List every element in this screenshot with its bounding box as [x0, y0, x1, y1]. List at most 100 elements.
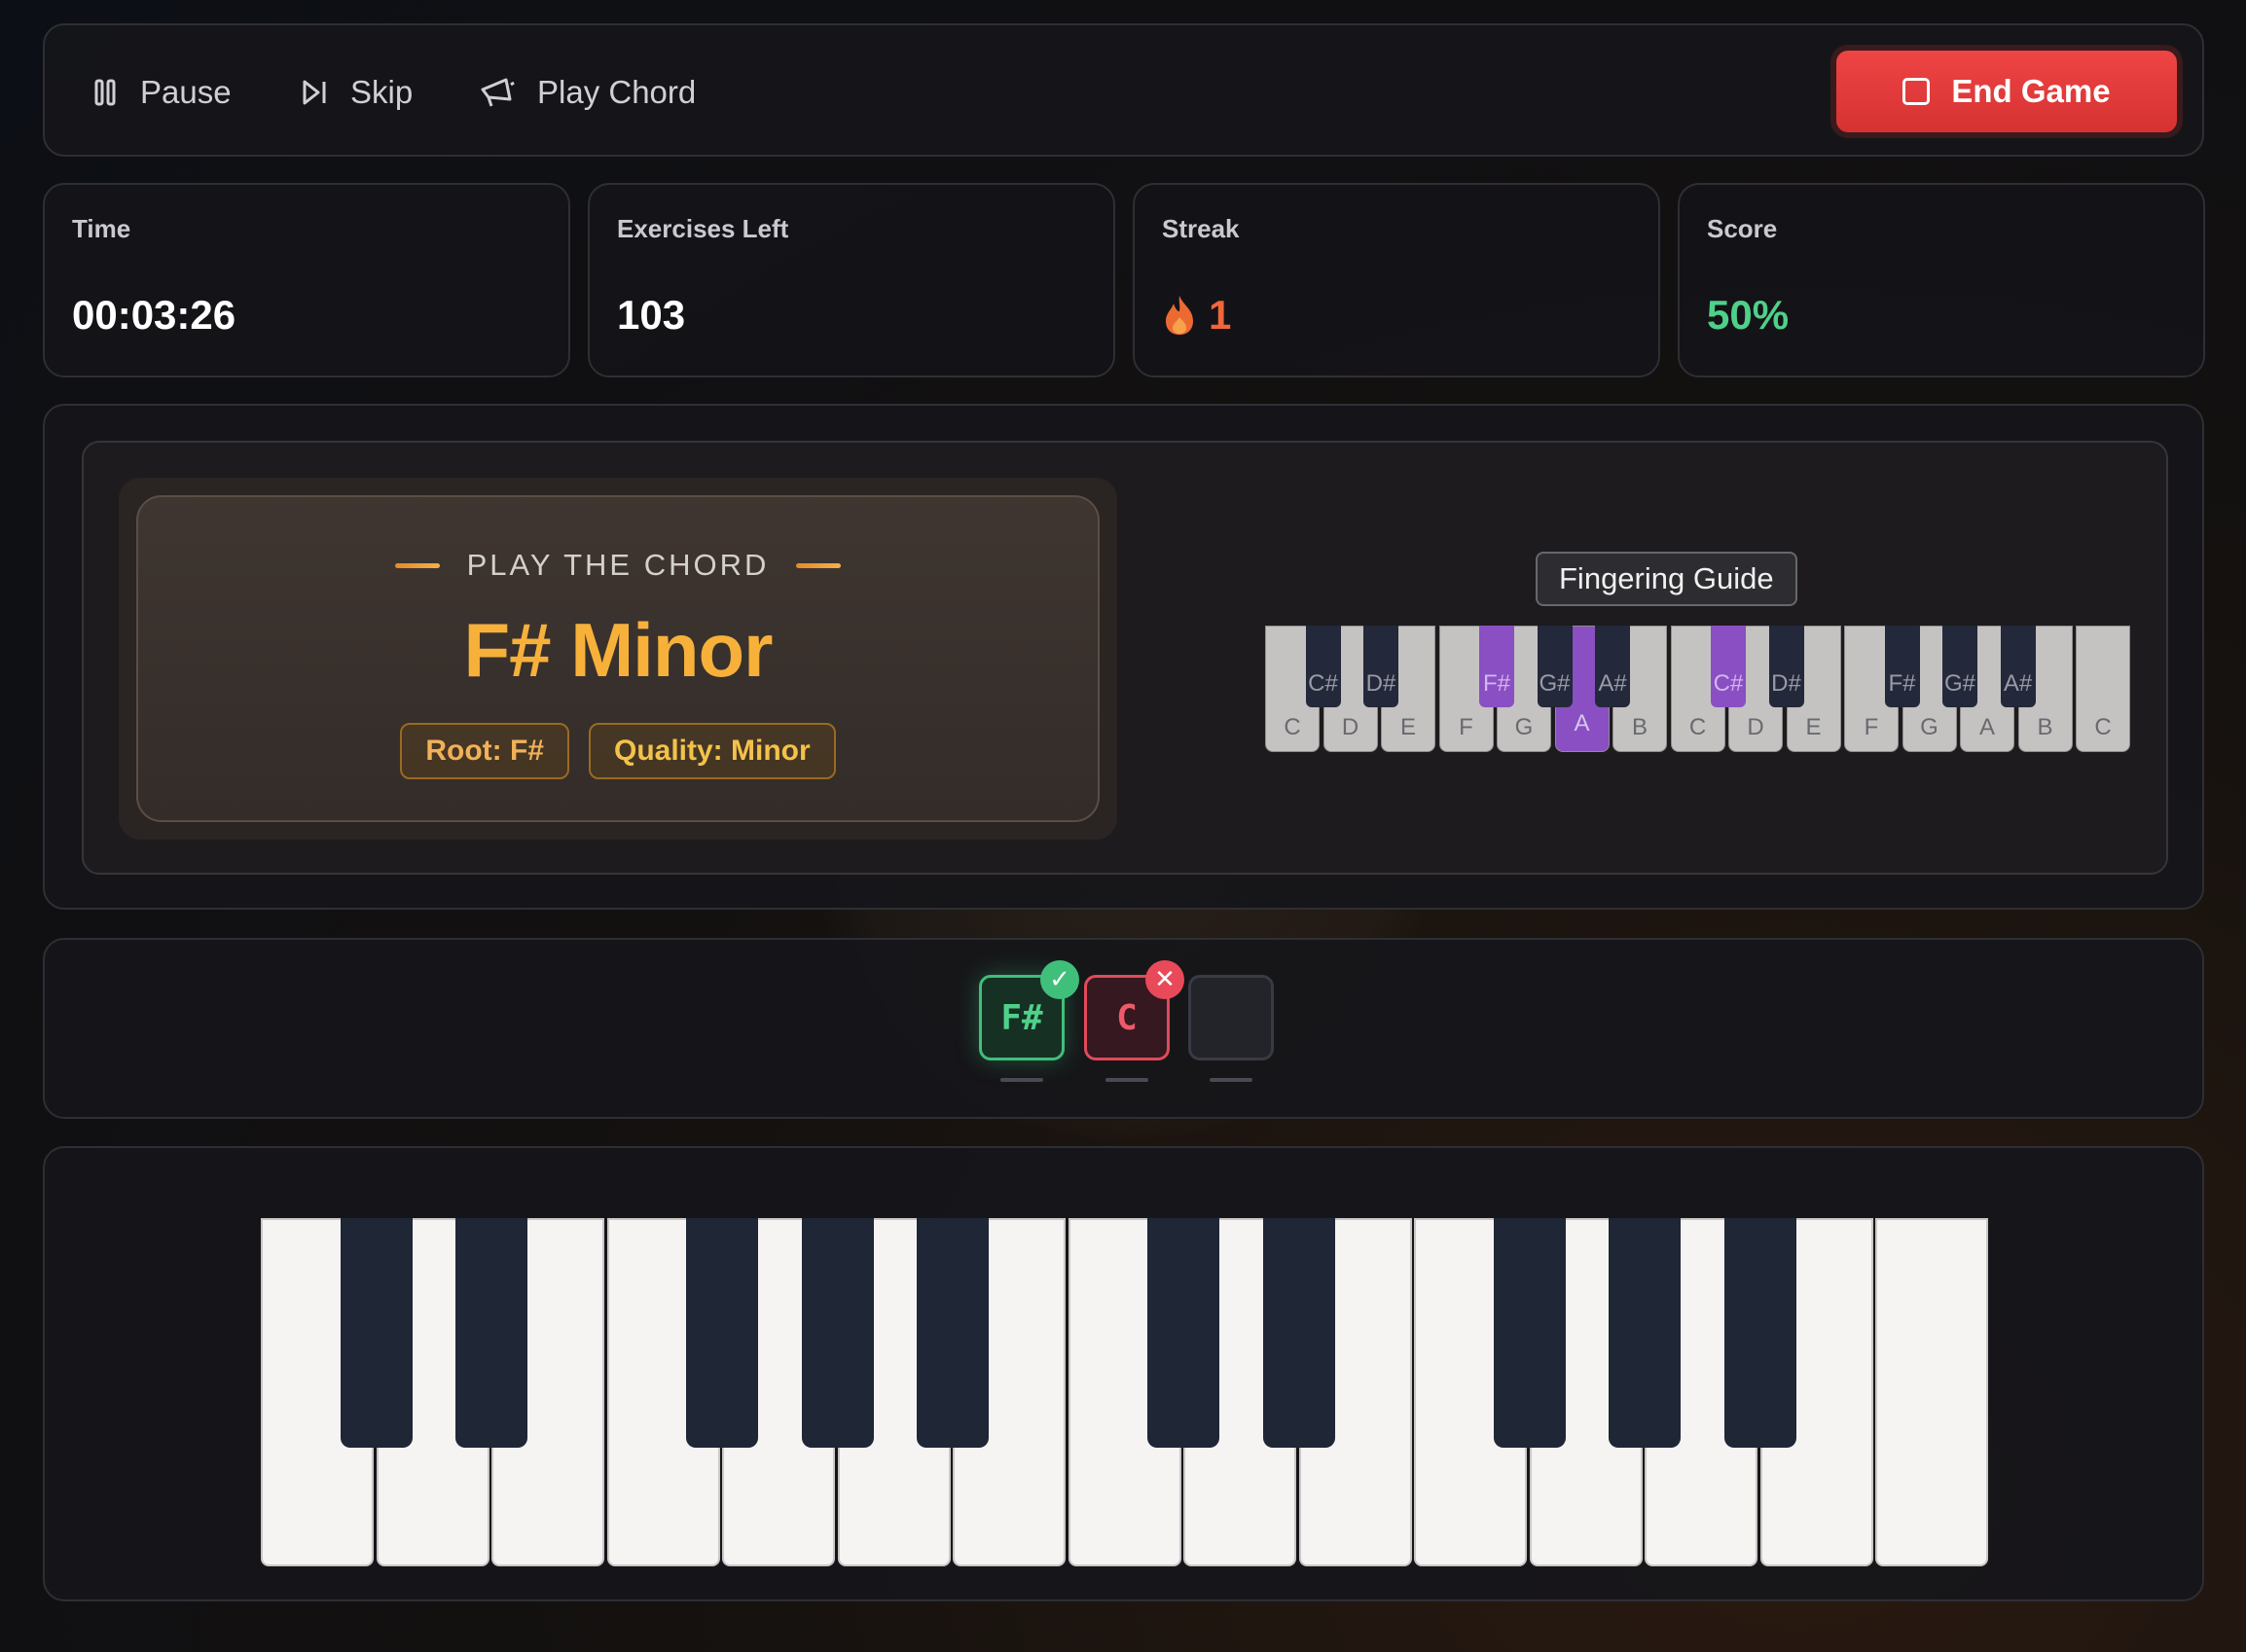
- stat-score-value: 50%: [1707, 292, 1790, 338]
- check-icon: ✓: [1040, 960, 1079, 999]
- quality-tag: Quality: Minor: [588, 723, 836, 779]
- skip-forward-icon: [303, 80, 326, 104]
- guide-key-label: F#: [1482, 670, 1510, 697]
- guide-key-label: A: [1978, 714, 1995, 740]
- guide-key-label: D#: [1365, 670, 1396, 697]
- stop-icon: [1902, 78, 1931, 105]
- stat-streak-label: Streak: [1162, 214, 1240, 243]
- guide-key-label: G: [1920, 714, 1938, 740]
- guide-white-key: C: [2076, 626, 2130, 752]
- guide-key-label: A: [1574, 710, 1590, 736]
- guide-key-label: G#: [1943, 670, 1975, 697]
- stat-score: Score 50%: [1678, 183, 2205, 377]
- guide-key-label: D: [1747, 714, 1764, 740]
- guide-key-label: D#: [1771, 670, 1801, 697]
- guide-black-key: G#: [1537, 626, 1573, 707]
- answer-slot-empty: [1188, 975, 1274, 1060]
- guide-key-label: C: [1284, 714, 1301, 740]
- guide-key-label: C#: [1713, 670, 1744, 697]
- guide-key-label: C: [1688, 714, 1707, 740]
- guide-key-label: E: [1805, 714, 1822, 740]
- guide-key-label: F: [1459, 714, 1473, 740]
- piano-black-key[interactable]: [1723, 1218, 1796, 1448]
- piano-black-key[interactable]: [801, 1218, 874, 1448]
- prompt-dash-right: [796, 562, 842, 568]
- slot-underline: [1210, 1078, 1252, 1082]
- guide-key-label: D: [1341, 714, 1359, 740]
- piano-black-key[interactable]: [1147, 1218, 1219, 1448]
- piano-keyboard: [261, 1218, 1991, 1566]
- answer-slot-wrong: C ✕: [1084, 960, 1184, 1060]
- play-chord-button[interactable]: Play Chord: [479, 25, 696, 159]
- guide-key-label: E: [1399, 714, 1416, 740]
- guide-black-key: C#: [1711, 626, 1746, 707]
- piano-black-key[interactable]: [455, 1218, 527, 1448]
- guide-key-label: A#: [2003, 670, 2033, 697]
- guide-key-label: G: [1514, 714, 1534, 740]
- piano-white-key[interactable]: [1875, 1218, 1988, 1566]
- answer-slot-correct: F# ✓: [979, 960, 1079, 1060]
- guide-black-key: C#: [1305, 626, 1341, 707]
- slot-underline: [1000, 1078, 1043, 1082]
- fingering-guide-label: Fingering Guide: [1536, 552, 1797, 606]
- root-tag: Root: F#: [400, 723, 569, 779]
- game-toolbar: Pause Skip Play Chord End Game: [43, 23, 2204, 157]
- stat-streak-row: 1: [1162, 292, 1231, 339]
- end-game-button[interactable]: End Game: [1836, 51, 2177, 132]
- stat-exercises-value: 103: [617, 292, 686, 338]
- chord-name: F# Minor: [463, 607, 774, 693]
- answer-note: C: [1116, 997, 1138, 1038]
- megaphone-icon: [481, 78, 515, 106]
- piano-black-key[interactable]: [340, 1218, 413, 1448]
- end-game-label: End Game: [1951, 73, 2111, 109]
- prompt-row: PLAY THE CHORD: [138, 548, 1098, 583]
- stat-time-value: 00:03:26: [72, 292, 236, 338]
- chord-card-frame: PLAY THE CHORD F# Minor Root: F# Quality…: [119, 478, 1117, 840]
- stat-exercises-left: Exercises Left 103: [588, 183, 1115, 377]
- guide-black-key: A#: [1595, 626, 1630, 707]
- guide-black-key: A#: [2000, 626, 2036, 707]
- answer-note: F#: [1000, 997, 1043, 1038]
- guide-black-key: D#: [1363, 626, 1398, 707]
- skip-label: Skip: [350, 73, 414, 110]
- stat-exercises-label: Exercises Left: [617, 214, 789, 243]
- guide-key-label: F#: [1888, 670, 1916, 697]
- stat-time-label: Time: [72, 214, 131, 243]
- guide-key-label: C#: [1308, 670, 1338, 697]
- prompt-text: PLAY THE CHORD: [466, 548, 770, 582]
- stat-score-label: Score: [1707, 214, 1778, 243]
- slot-underline: [1105, 1078, 1148, 1082]
- x-icon: ✕: [1145, 960, 1184, 999]
- piano-black-key[interactable]: [686, 1218, 758, 1448]
- guide-black-key: G#: [1942, 626, 1977, 707]
- skip-button[interactable]: Skip: [300, 25, 413, 159]
- answer-panel: F# ✓ C ✕: [43, 938, 2204, 1119]
- stat-streak: Streak 1: [1133, 183, 1660, 377]
- stat-streak-value: 1: [1209, 292, 1232, 338]
- piano-black-key[interactable]: [1609, 1218, 1681, 1448]
- pause-label: Pause: [140, 73, 232, 110]
- piano-black-key[interactable]: [1262, 1218, 1335, 1448]
- chord-card: PLAY THE CHORD F# Minor Root: F# Quality…: [136, 495, 1100, 822]
- challenge-panel: PLAY THE CHORD F# Minor Root: F# Quality…: [43, 404, 2204, 910]
- flame-icon: [1166, 296, 1193, 335]
- guide-key-label: B: [2037, 714, 2053, 740]
- pause-button[interactable]: Pause: [93, 25, 232, 159]
- play-chord-label: Play Chord: [537, 73, 697, 110]
- keyboard-panel: [43, 1146, 2204, 1601]
- pause-icon: [94, 79, 116, 105]
- piano-black-key[interactable]: [917, 1218, 989, 1448]
- guide-black-key: F#: [1884, 626, 1920, 707]
- fingering-guide-keyboard: C D E F G A B C D E F G A B C C# D# F# G# A# C# D# F# G# A#: [1265, 626, 2133, 754]
- guide-key-label: G#: [1539, 670, 1571, 697]
- guide-black-key: D#: [1768, 626, 1804, 707]
- challenge-area: PLAY THE CHORD F# Minor Root: F# Quality…: [82, 441, 2168, 875]
- chord-tags: Root: F# Quality: Minor: [138, 723, 1098, 779]
- guide-black-key: F#: [1479, 626, 1514, 707]
- prompt-dash-left: [394, 562, 440, 568]
- guide-key-label: B: [1631, 714, 1648, 740]
- piano-black-key[interactable]: [1493, 1218, 1566, 1448]
- guide-key-label: A#: [1598, 670, 1627, 697]
- guide-key-label: C: [2094, 714, 2112, 740]
- stat-time: Time 00:03:26: [43, 183, 570, 377]
